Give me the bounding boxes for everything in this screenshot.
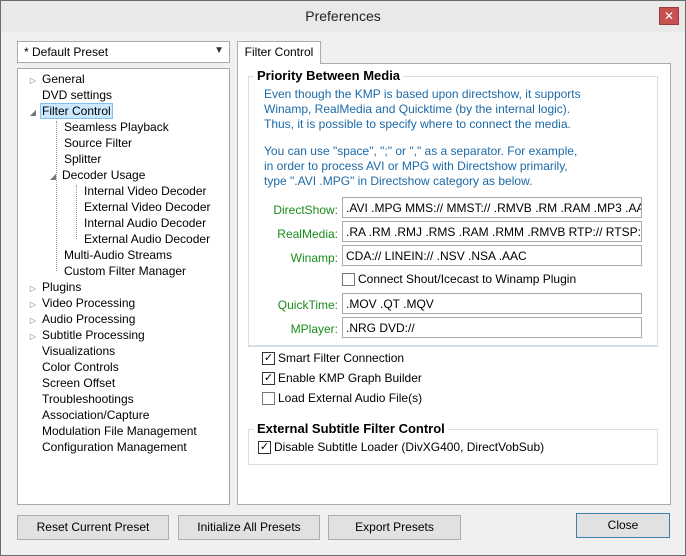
tree-item-source-filter[interactable]: Source Filter — [62, 135, 134, 151]
title-bar: Preferences ✕ — [1, 1, 685, 32]
initialize-presets-button[interactable]: Initialize All Presets — [178, 515, 320, 540]
preset-dropdown[interactable]: * Default Preset ▼ — [17, 41, 230, 63]
checkmark-icon[interactable]: ✓ — [258, 441, 271, 455]
collapse-arrow-icon[interactable]: ◢ — [28, 105, 38, 121]
tree-item-label: Color Controls — [42, 360, 119, 374]
tree-item-internal-audio-decoder[interactable]: Internal Audio Decoder — [82, 215, 208, 231]
realmedia-label: RealMedia: — [277, 227, 338, 241]
priority-description-2: You can use "space", ";" or "," as a sep… — [264, 144, 578, 188]
directshow-label: DirectShow: — [273, 203, 338, 217]
quicktime-field[interactable]: .MOV .QT .MQV — [342, 293, 642, 314]
disable-subtitle-loader-checkbox[interactable]: ✓ Disable Subtitle Loader (DivXG400, Dire… — [258, 440, 544, 456]
chevron-down-icon: ▼ — [214, 45, 224, 56]
tree-item-label: Association/Capture — [42, 408, 150, 422]
tree-item-label: Subtitle Processing — [42, 328, 145, 342]
tree-item-custom-filter-manager[interactable]: Custom Filter Manager — [62, 263, 188, 279]
tree-item-label: Video Processing — [42, 296, 136, 310]
tree-item-label: Source Filter — [64, 136, 133, 150]
directshow-field[interactable]: .AVI .MPG MMS:// MMST:// .RMVB .RM .RAM … — [342, 197, 642, 218]
tree-connector — [56, 121, 57, 271]
export-presets-button[interactable]: Export Presets — [328, 515, 461, 540]
tree-item-association-capture[interactable]: Association/Capture — [28, 407, 151, 423]
tree-item-internal-video-decoder[interactable]: Internal Video Decoder — [82, 183, 209, 199]
tree-item-label: Internal Audio Decoder — [84, 216, 207, 230]
checkbox-icon[interactable] — [342, 273, 355, 287]
disable-subtitle-loader-label: Disable Subtitle Loader (DivXG400, Direc… — [274, 440, 545, 454]
priority-description-1: Even though the KMP is based upon direct… — [264, 87, 581, 131]
tree-item-external-video-decoder[interactable]: External Video Decoder — [82, 199, 213, 215]
subtitle-group-title: External Subtitle Filter Control — [254, 421, 448, 436]
winamp-field[interactable]: CDA:// LINEIN:// .NSV .NSA .AAC — [342, 245, 642, 266]
tree-item-seamless-playback[interactable]: Seamless Playback — [62, 119, 171, 135]
tree-item-label: Filter Control — [40, 103, 113, 119]
tree-item-label: DVD settings — [42, 88, 113, 102]
tree-item-video-processing[interactable]: ▷ Video Processing — [28, 295, 137, 311]
tree-item-label: Multi-Audio Streams — [64, 248, 173, 262]
close-button[interactable]: Close — [576, 513, 670, 538]
section-divider — [248, 346, 658, 347]
tree-item-label: Screen Offset — [42, 376, 116, 390]
filter-control-panel: Priority Between Media Even though the K… — [237, 63, 671, 505]
collapse-arrow-icon[interactable]: ◢ — [48, 169, 58, 185]
tree-item-troubleshootings[interactable]: Troubleshootings — [28, 391, 136, 407]
mplayer-label: MPlayer: — [290, 322, 338, 336]
external-audio-label: Load External Audio File(s) — [278, 391, 423, 405]
tree-item-color-controls[interactable]: Color Controls — [28, 359, 121, 375]
tree-item-label: Audio Processing — [42, 312, 136, 326]
tab-filter-control[interactable]: Filter Control — [237, 41, 321, 64]
tree-item-label: Internal Video Decoder — [84, 184, 207, 198]
tree-item-label: Decoder Usage — [62, 168, 146, 182]
settings-tree[interactable]: ▷ General DVD settings ◢ Filter Control Se… — [17, 68, 230, 505]
tree-item-dvd-settings[interactable]: DVD settings — [28, 87, 114, 103]
priority-group-title: Priority Between Media — [254, 68, 404, 83]
tree-item-decoder-usage[interactable]: ◢ Decoder Usage — [48, 167, 147, 183]
close-icon[interactable]: ✕ — [659, 7, 679, 25]
tree-item-label: Plugins — [42, 280, 82, 294]
checkbox-icon[interactable] — [262, 392, 275, 406]
tree-item-visualizations[interactable]: Visualizations — [28, 343, 117, 359]
tree-item-label: Custom Filter Manager — [64, 264, 187, 278]
tree-item-label: Modulation File Management — [42, 424, 197, 438]
mplayer-field[interactable]: .NRG DVD:// — [342, 317, 642, 338]
shoutcast-checkbox[interactable]: Connect Shout/Icecast to Winamp Plugin — [342, 272, 576, 288]
tree-item-label: Troubleshootings — [42, 392, 134, 406]
preset-dropdown-value: * Default Preset — [24, 45, 109, 59]
tree-item-label: Splitter — [64, 152, 102, 166]
tree-item-label: Visualizations — [42, 344, 116, 358]
tree-item-plugins[interactable]: ▷ Plugins — [28, 279, 83, 295]
tree-item-label: General — [42, 72, 85, 86]
smart-filter-label: Smart Filter Connection — [278, 351, 405, 365]
tree-item-label: External Video Decoder — [84, 200, 211, 214]
quicktime-label: QuickTime: — [277, 298, 338, 312]
tree-item-label: External Audio Decoder — [84, 232, 211, 246]
tree-item-multi-audio-streams[interactable]: Multi-Audio Streams — [62, 247, 174, 263]
graph-builder-label: Enable KMP Graph Builder — [278, 371, 422, 385]
tree-item-general[interactable]: ▷ General — [28, 71, 87, 87]
graph-builder-checkbox[interactable]: ✓ Enable KMP Graph Builder — [262, 371, 422, 387]
tree-item-subtitle-processing[interactable]: ▷ Subtitle Processing — [28, 327, 147, 343]
tree-item-audio-processing[interactable]: ▷ Audio Processing — [28, 311, 137, 327]
external-audio-checkbox[interactable]: Load External Audio File(s) — [262, 391, 422, 407]
shoutcast-label: Connect Shout/Icecast to Winamp Plugin — [358, 272, 577, 286]
preferences-window: Preferences ✕ * Default Preset ▼ ▷ Genera… — [0, 0, 686, 556]
realmedia-field[interactable]: .RA .RM .RMJ .RMS .RAM .RMM .RMVB RTP://… — [342, 221, 642, 242]
reset-preset-button[interactable]: Reset Current Preset — [17, 515, 169, 540]
tree-item-screen-offset[interactable]: Screen Offset — [28, 375, 117, 391]
tree-connector — [76, 185, 77, 239]
window-title: Preferences — [305, 8, 381, 24]
tree-item-label: Seamless Playback — [64, 120, 169, 134]
tree-item-configuration-management[interactable]: Configuration Management — [28, 439, 189, 455]
checkmark-icon[interactable]: ✓ — [262, 372, 275, 386]
tree-item-label: Configuration Management — [42, 440, 187, 454]
winamp-label: Winamp: — [290, 251, 338, 265]
tree-item-external-audio-decoder[interactable]: External Audio Decoder — [82, 231, 212, 247]
tree-item-splitter[interactable]: Splitter — [62, 151, 103, 167]
checkmark-icon[interactable]: ✓ — [262, 352, 275, 366]
tree-item-modulation-file-management[interactable]: Modulation File Management — [28, 423, 199, 439]
tree-item-filter-control[interactable]: ◢ Filter Control — [28, 103, 113, 119]
smart-filter-checkbox[interactable]: ✓ Smart Filter Connection — [262, 351, 404, 367]
